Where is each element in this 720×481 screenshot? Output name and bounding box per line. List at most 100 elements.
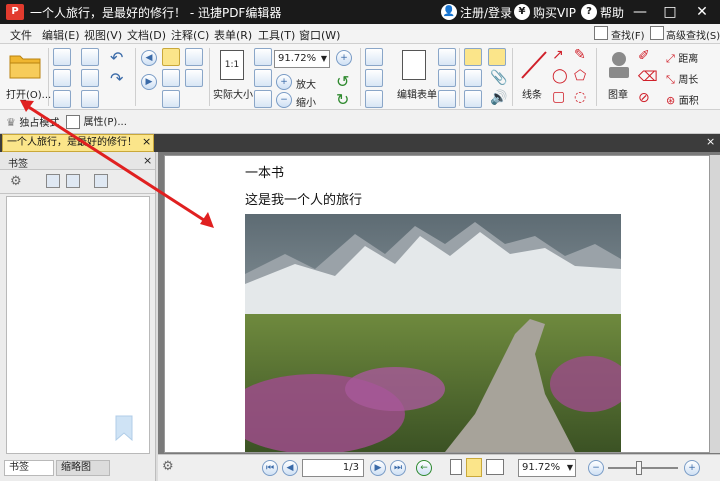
ellipse-tool-icon[interactable]: ◯ — [552, 68, 568, 84]
page-number-input[interactable]: 1/3 — [302, 459, 364, 477]
zoom-in-status-icon[interactable]: + — [684, 460, 700, 476]
menu-view[interactable]: 视图(V) — [84, 27, 122, 43]
text-box-icon[interactable] — [464, 48, 482, 66]
eraser-2-icon[interactable]: ⌫ — [638, 69, 658, 85]
clear-icon[interactable]: ⊘ — [638, 90, 650, 106]
bookmark-new-icon[interactable] — [94, 174, 108, 188]
menu-window[interactable]: 窗口(W) — [299, 27, 340, 43]
minimize-button[interactable]: — — [630, 2, 650, 22]
rectangle-tool-icon[interactable]: ▢ — [552, 89, 565, 105]
exclusive-mode-button[interactable]: ♛ 独占模式 — [6, 114, 59, 129]
previous-page-icon[interactable]: ◀ — [282, 460, 298, 476]
form-tool-1-icon[interactable] — [438, 48, 456, 66]
zoom-in-icon[interactable]: + — [276, 74, 292, 90]
menu-tools[interactable]: 工具(T) — [258, 27, 295, 43]
arrow-tool-icon[interactable]: ↗ — [552, 47, 564, 63]
tab-document[interactable]: 一个人旅行，是最好的修行！ — [2, 134, 154, 152]
stamp-button[interactable]: 图章 — [600, 48, 636, 106]
status-zoom-select[interactable]: 91.72% ▼ — [518, 459, 576, 477]
area-tool[interactable]: ⊛ 面积 — [666, 92, 699, 107]
buy-vip-button[interactable]: ¥ 购买VIP — [514, 2, 576, 22]
scan-icon[interactable] — [81, 69, 99, 87]
menu-file[interactable]: 文件 — [10, 27, 32, 43]
zoom-out-status-icon[interactable]: − — [588, 460, 604, 476]
zoom-slider[interactable] — [608, 467, 678, 469]
new-document-icon[interactable] — [81, 90, 99, 108]
panel-close-icon[interactable]: × — [143, 154, 152, 167]
attachment-icon[interactable]: 📎 — [490, 70, 507, 86]
zoom-out-label[interactable]: 缩小 — [296, 94, 316, 109]
line-button[interactable]: 线条 — [516, 48, 550, 106]
menu-edit[interactable]: 编辑(E) — [42, 27, 80, 43]
export-icon[interactable] — [53, 90, 71, 108]
redo-icon[interactable]: ↷ — [110, 69, 123, 88]
close-button[interactable]: ✕ — [692, 2, 712, 22]
zoom-in-label[interactable]: 放大 — [296, 76, 316, 91]
text-field-icon[interactable] — [365, 69, 383, 87]
rotate-left-icon[interactable]: ↺ — [336, 72, 349, 91]
maximize-button[interactable]: □ — [660, 2, 680, 22]
rotate-right-icon[interactable]: ↻ — [336, 90, 349, 109]
strikeout-icon[interactable] — [464, 90, 482, 108]
sound-icon[interactable]: 🔊 — [490, 90, 507, 106]
continuous-page-icon[interactable] — [466, 458, 482, 477]
go-back-icon[interactable]: ← — [416, 460, 432, 476]
polygon-tool-icon[interactable]: ⬠ — [574, 68, 586, 84]
form-tool-2-icon[interactable] — [438, 69, 456, 87]
eraser-icon[interactable]: ✐ — [638, 48, 650, 64]
save-icon[interactable] — [53, 48, 71, 66]
open-button[interactable]: 打开(O)... ▼ — [4, 46, 51, 107]
vertical-scrollbar[interactable] — [710, 155, 720, 453]
undo-icon[interactable]: ↶ — [110, 48, 123, 67]
perimeter-tool[interactable]: ⤡ 周长 — [666, 71, 698, 87]
next-page-icon[interactable]: ▶ — [370, 460, 386, 476]
fit-visible-icon[interactable] — [254, 90, 272, 108]
first-page-icon[interactable]: ⏮ — [262, 460, 278, 476]
camera-icon[interactable] — [185, 48, 203, 66]
crop-icon[interactable] — [185, 69, 203, 87]
menu-document[interactable]: 文档(D) — [127, 27, 166, 43]
cloud-tool-icon[interactable]: ◌ — [574, 89, 586, 105]
form-tool-3-icon[interactable] — [438, 90, 456, 108]
zoom-plus-icon[interactable]: + — [336, 50, 352, 66]
forward-icon[interactable]: ▶ — [141, 74, 157, 90]
insert-page-icon[interactable] — [365, 48, 383, 66]
checkbox-tool-icon[interactable] — [365, 90, 383, 108]
tab-thumbnails[interactable]: 缩略图 — [56, 460, 110, 476]
help-button[interactable]: ? 帮助 — [581, 2, 624, 22]
tab-close-icon[interactable]: × — [142, 135, 151, 148]
facing-page-icon[interactable] — [486, 459, 504, 475]
note-icon[interactable] — [488, 48, 506, 66]
gear-icon[interactable]: ⚙ — [10, 174, 22, 189]
back-icon[interactable]: ◀ — [141, 50, 157, 66]
open-dropdown-icon[interactable]: ▼ — [20, 98, 26, 107]
fit-page-icon[interactable] — [254, 48, 272, 66]
select-text-icon[interactable] — [162, 69, 180, 87]
edit-form-button[interactable]: 编辑表单 — [394, 48, 438, 106]
pencil-tool-icon[interactable]: ✎ — [574, 47, 586, 63]
settings-gear-icon[interactable]: ⚙ — [162, 459, 174, 474]
distance-tool[interactable]: ⤢ 距离 — [666, 50, 698, 66]
last-page-icon[interactable]: ⏭ — [390, 460, 406, 476]
zoom-out-icon[interactable]: − — [276, 92, 292, 108]
print-icon[interactable] — [53, 69, 71, 87]
email-icon[interactable] — [81, 48, 99, 66]
close-all-tabs-icon[interactable]: × — [706, 135, 715, 148]
menu-form[interactable]: 表单(R) — [214, 27, 252, 43]
login-button[interactable]: 👤 注册/登录 — [441, 2, 512, 22]
pdf-page[interactable]: 一本书 这是我一个人的旅行 — [164, 155, 710, 453]
actual-size-button[interactable]: 1:1 实际大小 — [213, 48, 253, 106]
bookmark-add-icon[interactable] — [46, 174, 60, 188]
highlight-text-icon[interactable] — [464, 69, 482, 87]
tab-bookmarks[interactable]: 书签 — [4, 460, 54, 476]
zoom-slider-handle[interactable] — [636, 461, 642, 475]
zoom-select[interactable]: 91.72% ▼ — [274, 50, 330, 68]
snapshot-icon[interactable] — [162, 90, 180, 108]
single-page-icon[interactable] — [450, 459, 462, 475]
properties-button[interactable]: 属性(P)... — [66, 113, 127, 129]
bookmark-list[interactable] — [6, 196, 150, 454]
bookmark-delete-icon[interactable] — [66, 174, 80, 188]
menu-comment[interactable]: 注释(C) — [171, 27, 209, 43]
fit-width-icon[interactable] — [254, 69, 272, 87]
hand-tool-icon[interactable] — [162, 48, 180, 66]
